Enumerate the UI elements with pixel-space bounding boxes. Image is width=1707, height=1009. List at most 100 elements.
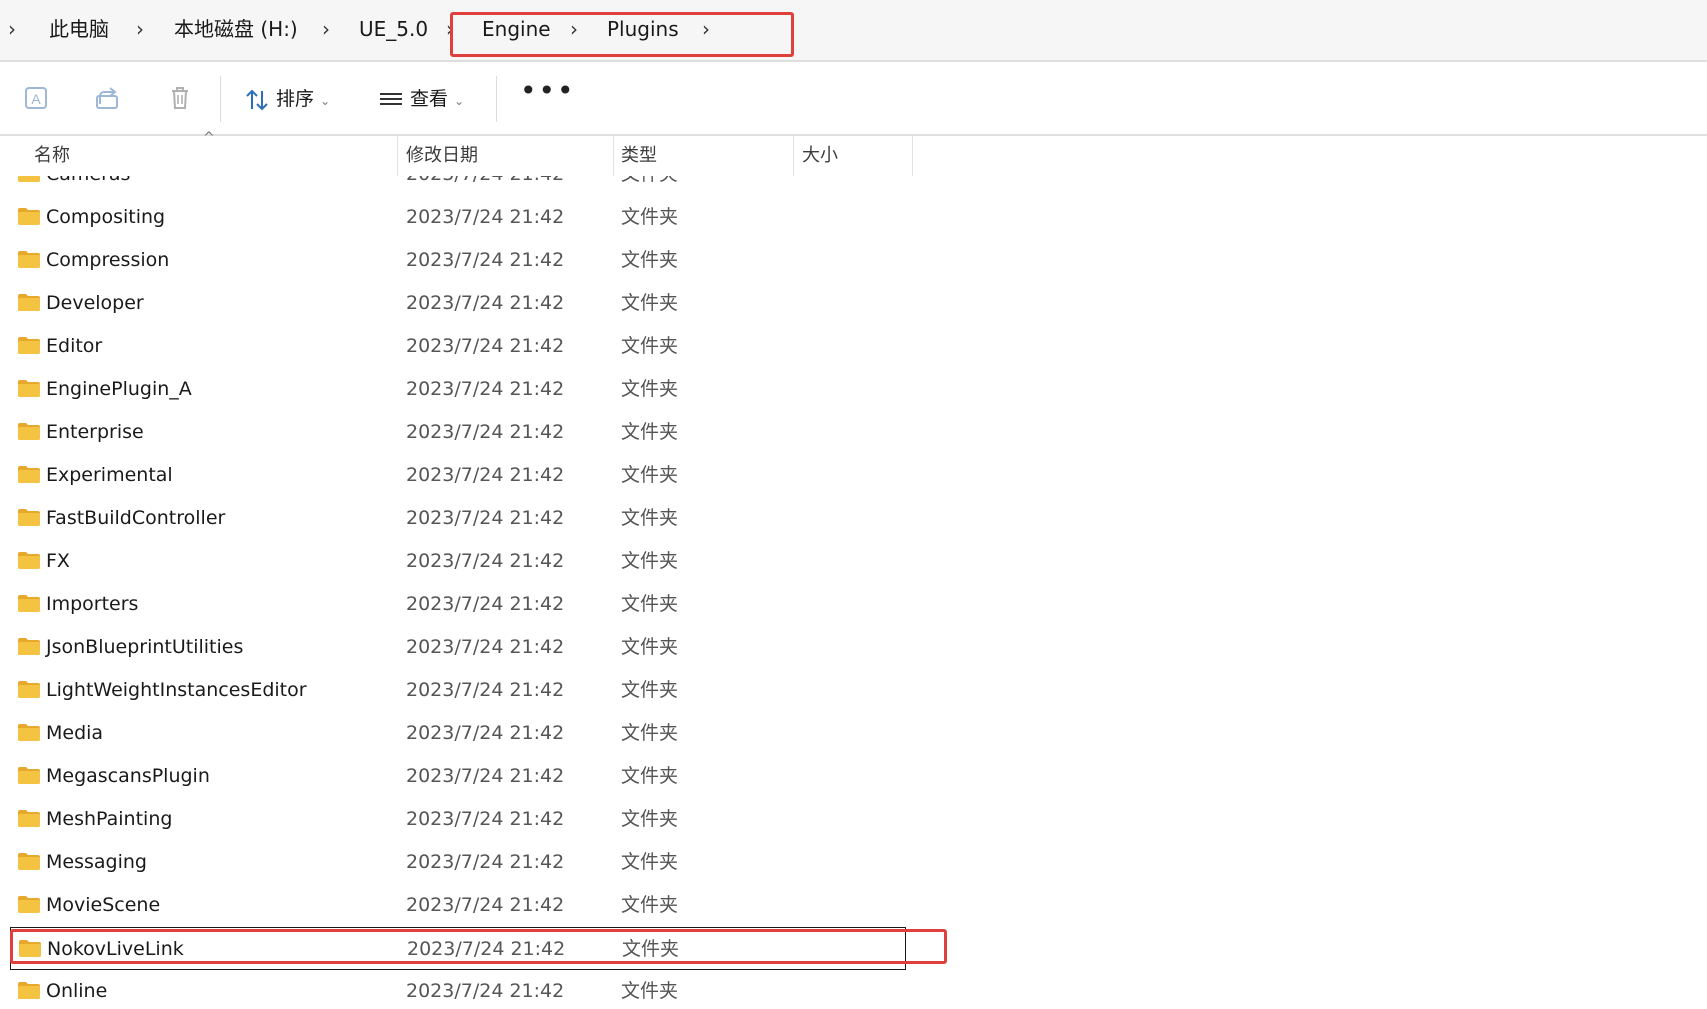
- chevron-down-icon: ⌄: [454, 94, 465, 108]
- column-divider[interactable]: [613, 136, 614, 176]
- chevron-right-icon[interactable]: ›: [136, 14, 144, 44]
- file-name: Online: [46, 980, 108, 1002]
- file-type: 文件夹: [621, 292, 679, 314]
- file-name: EnginePlugin_A: [46, 378, 192, 400]
- file-modified: 2023/7/24 21:42: [406, 176, 564, 187]
- file-modified: 2023/7/24 21:42: [406, 464, 565, 486]
- svg-text:A: A: [31, 91, 41, 107]
- column-divider[interactable]: [397, 136, 398, 176]
- column-name[interactable]: 名称: [34, 144, 70, 168]
- file-type: 文件夹: [621, 507, 679, 529]
- breadcrumb-this-pc[interactable]: 此电脑: [49, 14, 109, 44]
- rename-icon[interactable]: A: [20, 82, 52, 114]
- file-name: FastBuildController: [46, 507, 226, 529]
- view-label: 查看: [410, 88, 449, 110]
- file-row[interactable]: Importers 2023/7/24 21:42 文件夹: [10, 583, 906, 626]
- file-modified: 2023/7/24 21:42: [406, 593, 565, 615]
- toolbar-divider: [220, 76, 221, 122]
- share-icon[interactable]: [92, 82, 124, 114]
- highlight-box-path: [450, 12, 794, 57]
- folder-icon: [18, 810, 40, 827]
- folder-icon: [18, 423, 40, 440]
- file-name: Developer: [46, 292, 144, 314]
- file-name: MeshPainting: [46, 808, 173, 830]
- breadcrumb-ue50[interactable]: UE_5.0: [359, 14, 428, 44]
- file-row[interactable]: Media 2023/7/24 21:42 文件夹: [10, 712, 906, 755]
- column-type[interactable]: 类型: [621, 144, 657, 168]
- file-name: LightWeightInstancesEditor: [46, 679, 307, 701]
- file-modified: 2023/7/24 21:42: [406, 636, 565, 658]
- file-type: 文件夹: [621, 722, 679, 744]
- file-type: 文件夹: [621, 765, 679, 787]
- file-type: 文件夹: [621, 378, 679, 400]
- folder-icon: [18, 681, 40, 698]
- file-name: Messaging: [46, 851, 147, 873]
- column-modified[interactable]: 修改日期: [406, 144, 478, 168]
- file-modified: 2023/7/24 21:42: [406, 335, 565, 357]
- file-row[interactable]: Compositing 2023/7/24 21:42 文件夹: [10, 196, 906, 239]
- folder-icon: [18, 853, 40, 870]
- file-modified: 2023/7/24 21:42: [406, 421, 565, 443]
- file-type: 文件夹: [621, 335, 679, 357]
- file-row[interactable]: Cameras 2023/7/24 21:42 文件夹: [10, 176, 906, 196]
- file-type: 文件夹: [621, 176, 678, 187]
- chevron-right-icon[interactable]: ›: [8, 14, 16, 44]
- file-name: JsonBlueprintUtilities: [46, 636, 244, 658]
- column-divider[interactable]: [912, 136, 913, 176]
- folder-icon: [18, 767, 40, 784]
- folder-icon: [18, 724, 40, 741]
- file-modified: 2023/7/24 21:42: [406, 292, 565, 314]
- folder-icon: [18, 337, 40, 354]
- file-modified: 2023/7/24 21:42: [406, 851, 565, 873]
- file-row[interactable]: EnginePlugin_A 2023/7/24 21:42 文件夹: [10, 368, 906, 411]
- file-name: Enterprise: [46, 421, 144, 443]
- folder-icon: [18, 294, 40, 311]
- file-row[interactable]: JsonBlueprintUtilities 2023/7/24 21:42 文件夹: [10, 626, 906, 669]
- folder-icon: [18, 982, 40, 999]
- file-name: Experimental: [46, 464, 173, 486]
- file-type: 文件夹: [621, 550, 679, 572]
- file-row[interactable]: Developer 2023/7/24 21:42 文件夹: [10, 282, 906, 325]
- file-name: MovieScene: [46, 894, 161, 916]
- view-list-icon: [380, 92, 402, 105]
- file-row[interactable]: Online 2023/7/24 21:42 文件夹: [10, 970, 906, 1009]
- sort-button[interactable]: 排序 ⌄: [244, 84, 330, 114]
- file-modified: 2023/7/24 21:42: [406, 722, 565, 744]
- file-list: Cameras 2023/7/24 21:42 文件夹 Compositing 2023…: [0, 176, 1707, 1009]
- file-type: 文件夹: [621, 421, 679, 443]
- folder-icon: [18, 251, 40, 268]
- file-row[interactable]: FastBuildController 2023/7/24 21:42 文件夹: [10, 497, 906, 540]
- file-modified: 2023/7/24 21:42: [406, 550, 565, 572]
- file-row[interactable]: FX 2023/7/24 21:42 文件夹: [10, 540, 906, 583]
- file-name: MegascansPlugin: [46, 765, 210, 787]
- address-bar[interactable]: › 此电脑 › 本地磁盘 (H:) › UE_5.0 › Engine › Pl…: [0, 0, 1707, 62]
- file-type: 文件夹: [621, 679, 679, 701]
- chevron-right-icon[interactable]: ›: [322, 14, 330, 44]
- column-divider[interactable]: [793, 136, 794, 176]
- file-row[interactable]: LightWeightInstancesEditor 2023/7/24 21:4…: [10, 669, 906, 712]
- file-row[interactable]: Editor 2023/7/24 21:42 文件夹: [10, 325, 906, 368]
- column-size[interactable]: 大小: [802, 144, 838, 168]
- toolbar-divider: [496, 76, 497, 122]
- file-type: 文件夹: [621, 851, 679, 873]
- folder-icon: [18, 638, 40, 655]
- file-row[interactable]: Experimental 2023/7/24 21:42 文件夹: [10, 454, 906, 497]
- file-row[interactable]: MovieScene 2023/7/24 21:42 文件夹: [10, 884, 906, 927]
- sort-arrows-icon: [246, 89, 268, 110]
- file-row[interactable]: MegascansPlugin 2023/7/24 21:42 文件夹: [10, 755, 906, 798]
- column-header: ^ 名称 修改日期 类型 大小: [0, 130, 1707, 176]
- file-row[interactable]: MeshPainting 2023/7/24 21:42 文件夹: [10, 798, 906, 841]
- chevron-down-icon: ⌄: [320, 94, 331, 108]
- file-row[interactable]: Enterprise 2023/7/24 21:42 文件夹: [10, 411, 906, 454]
- file-row[interactable]: Messaging 2023/7/24 21:42 文件夹: [10, 841, 906, 884]
- file-name: Cameras: [46, 176, 130, 187]
- folder-icon: [18, 509, 40, 526]
- file-row[interactable]: Compression 2023/7/24 21:42 文件夹: [10, 239, 906, 282]
- more-options-button[interactable]: •••: [520, 76, 576, 106]
- breadcrumb-local-disk[interactable]: 本地磁盘 (H:): [174, 14, 298, 44]
- file-modified: 2023/7/24 21:42: [406, 765, 565, 787]
- view-button[interactable]: 查看 ⌄: [378, 84, 464, 114]
- sort-label: 排序: [276, 88, 315, 110]
- delete-icon[interactable]: [164, 82, 196, 114]
- folder-icon: [18, 595, 40, 612]
